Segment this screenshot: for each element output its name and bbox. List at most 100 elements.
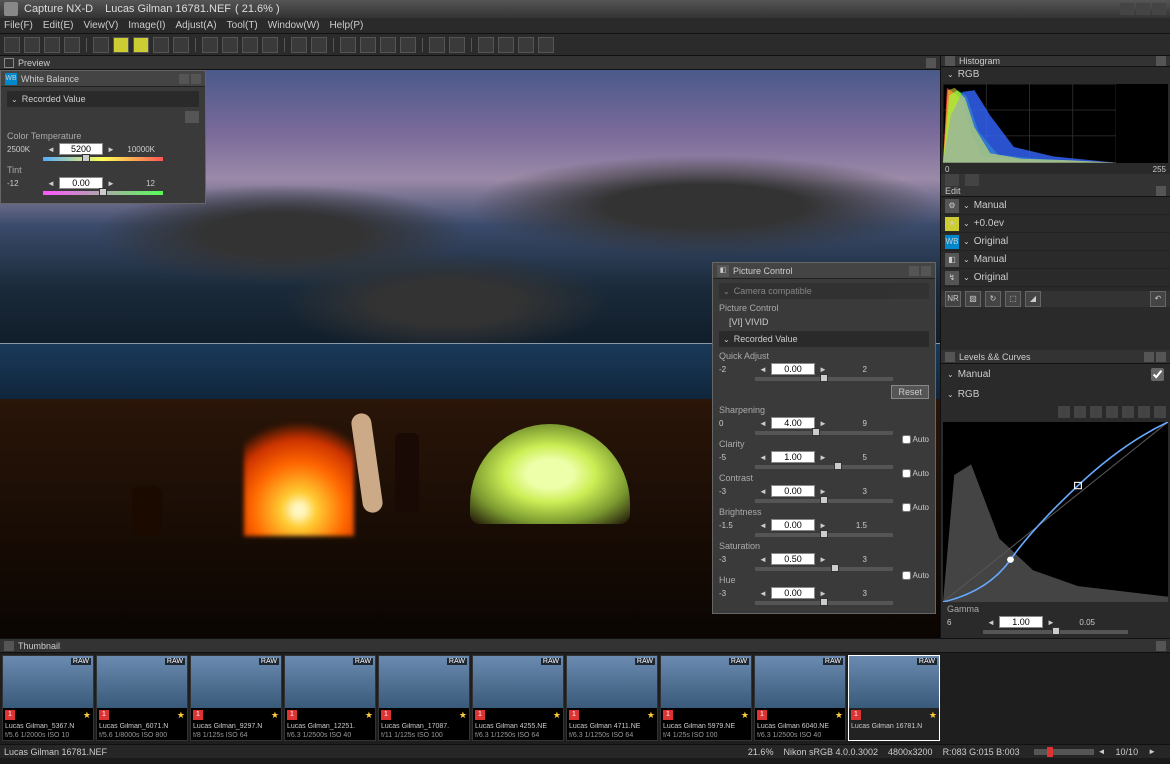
- pc-recorded-dropdown[interactable]: ⌄Recorded Value: [719, 331, 929, 347]
- sort-icon[interactable]: [538, 37, 554, 53]
- gamma-slider[interactable]: Gamma 6◄1.00►0.05: [941, 604, 1170, 634]
- thumbnail-item[interactable]: RAW1★Lucas Gilman_17087.f/11 1/125s ISO …: [378, 655, 470, 741]
- clarity-auto[interactable]: Auto: [902, 469, 929, 478]
- menu-window[interactable]: Window(W): [268, 20, 320, 31]
- tint-value[interactable]: 0.00: [59, 177, 103, 189]
- clarity-slider[interactable]: Clarity -5◄1.00►5 Auto: [719, 439, 929, 469]
- hist-channel-dropdown[interactable]: ⌄RGB: [943, 69, 1168, 80]
- layout-2-icon[interactable]: [113, 37, 129, 53]
- close-button[interactable]: [1152, 3, 1166, 15]
- curves-reset-icon[interactable]: [1138, 406, 1150, 418]
- zoom-slider[interactable]: [1034, 749, 1094, 755]
- tab-meta-icon[interactable]: [965, 174, 979, 186]
- edit-row[interactable]: ⚙⌄Manual: [941, 197, 1170, 215]
- dropper-gray-icon[interactable]: [1090, 406, 1102, 418]
- curves-target-icon[interactable]: [1122, 406, 1134, 418]
- menu-adjust[interactable]: Adjust(A): [176, 20, 217, 31]
- contrast-slider[interactable]: Contrast -3◄0.00►3 Auto: [719, 473, 929, 503]
- undo-icon[interactable]: ↶: [1150, 291, 1166, 307]
- straighten-icon[interactable]: [360, 37, 376, 53]
- tool-hand-icon[interactable]: [222, 37, 238, 53]
- convert-icon[interactable]: [429, 37, 445, 53]
- zoom-right-icon[interactable]: ►: [1148, 747, 1156, 756]
- ct-value[interactable]: 5200: [59, 143, 103, 155]
- edit-row[interactable]: ☀⌄+0.0ev: [941, 215, 1170, 233]
- back-icon[interactable]: [24, 37, 40, 53]
- thumbnail-item[interactable]: RAW1★Lucas Gilman_12251.f/6.3 1/2500s IS…: [284, 655, 376, 741]
- screen-icon[interactable]: [449, 37, 465, 53]
- menu-file[interactable]: File(F): [4, 20, 33, 31]
- tool-d-icon[interactable]: ◢: [1025, 291, 1041, 307]
- pc-compat-dropdown[interactable]: ⌄Camera compatible: [719, 283, 929, 299]
- folder-icon[interactable]: [64, 37, 80, 53]
- wb-close-icon[interactable]: [191, 74, 201, 84]
- print-icon[interactable]: [4, 37, 20, 53]
- layout-3-icon[interactable]: [133, 37, 149, 53]
- curves-channel-dropdown[interactable]: ⌄RGB: [943, 386, 1168, 402]
- menu-image[interactable]: Image(I): [128, 20, 165, 31]
- gray-point-icon[interactable]: [380, 37, 396, 53]
- menu-help[interactable]: Help(P): [329, 20, 363, 31]
- menu-tool[interactable]: Tool(T): [227, 20, 258, 31]
- curves-mode-dropdown[interactable]: ⌄Manual: [943, 366, 1168, 382]
- label-icon[interactable]: [498, 37, 514, 53]
- edit-row[interactable]: WB⌄Original: [941, 233, 1170, 251]
- curves-auto-icon[interactable]: [1154, 406, 1166, 418]
- white-point-icon[interactable]: [400, 37, 416, 53]
- fullscreen-icon[interactable]: [173, 37, 189, 53]
- curves-enable-checkbox[interactable]: [1151, 368, 1164, 381]
- zoom-left-icon[interactable]: ◄: [1098, 747, 1106, 756]
- tool-zoom-icon[interactable]: [202, 37, 218, 53]
- tool-a-icon[interactable]: ▨: [965, 291, 981, 307]
- hue-slider[interactable]: Hue -3◄0.00►3: [719, 575, 929, 605]
- dropper-white-icon[interactable]: [1106, 406, 1118, 418]
- menu-edit[interactable]: Edit(E): [43, 20, 74, 31]
- star-icon[interactable]: [478, 37, 494, 53]
- contrast-auto[interactable]: Auto: [902, 503, 929, 512]
- layout-1-icon[interactable]: [93, 37, 109, 53]
- curves-canvas[interactable]: [943, 422, 1168, 602]
- layout-4-icon[interactable]: [153, 37, 169, 53]
- curves-contrast-icon[interactable]: [1058, 406, 1070, 418]
- wb-pin-icon[interactable]: [179, 74, 189, 84]
- thumbnail-item[interactable]: RAW1★Lucas Gilman 4711.NEf/6.3 1/1250s I…: [566, 655, 658, 741]
- arrow-right-icon[interactable]: ►: [107, 145, 115, 154]
- arrow-left-icon[interactable]: ◄: [47, 179, 55, 188]
- curves-pin-icon[interactable]: [1144, 352, 1154, 362]
- saturation-slider[interactable]: Saturation -3◄0.50►3 Auto: [719, 541, 929, 571]
- tint-slider[interactable]: Tint -12 ◄ 0.00 ► 12: [7, 165, 199, 195]
- hist-collapse-icon[interactable]: [1156, 56, 1166, 66]
- thumbnail-item[interactable]: RAW1★Lucas Gilman 16781.N: [848, 655, 940, 741]
- nr-icon[interactable]: NR: [945, 291, 961, 307]
- pc-close-icon[interactable]: [921, 266, 931, 276]
- quick-adjust-slider[interactable]: Quick Adjust -2◄0.00►2: [719, 351, 929, 381]
- eyedropper-icon[interactable]: [185, 111, 199, 123]
- menu-view[interactable]: View(V): [83, 20, 118, 31]
- maximize-button[interactable]: [1136, 3, 1150, 15]
- thumbnail-item[interactable]: RAW1★Lucas Gilman_5367.Nf/5.6 1/2000s IS…: [2, 655, 94, 741]
- forward-icon[interactable]: [44, 37, 60, 53]
- tool-c-icon[interactable]: ⬚: [1005, 291, 1021, 307]
- edit-row[interactable]: ↯⌄Original: [941, 269, 1170, 287]
- color-temp-slider[interactable]: Color Temperature 2500K ◄ 5200 ► 10000K: [7, 131, 199, 161]
- rotate-cw-icon[interactable]: [311, 37, 327, 53]
- minimize-button[interactable]: [1120, 3, 1134, 15]
- edit-row[interactable]: ◧⌄Manual: [941, 251, 1170, 269]
- sharpening-auto[interactable]: Auto: [902, 435, 929, 444]
- wb-mode-dropdown[interactable]: ⌄ Recorded Value: [7, 91, 199, 107]
- thumbnail-item[interactable]: RAW1★Lucas Gilman_9297.Nf/8 1/125s ISO 6…: [190, 655, 282, 741]
- thumbnail-item[interactable]: RAW1★Lucas Gilman 4255.NEf/6.3 1/1250s I…: [472, 655, 564, 741]
- thumb-collapse-icon[interactable]: [1156, 641, 1166, 651]
- dropper-black-icon[interactable]: [1074, 406, 1086, 418]
- rotate-ccw-icon[interactable]: [291, 37, 307, 53]
- thumbnail-item[interactable]: RAW1★Lucas Gilman 6040.NEf/6.3 1/2500s I…: [754, 655, 846, 741]
- saturation-auto[interactable]: Auto: [902, 571, 929, 580]
- tool-fit-icon[interactable]: [242, 37, 258, 53]
- crop-icon[interactable]: [340, 37, 356, 53]
- sharpening-slider[interactable]: Sharpening 0◄4.00►9 Auto: [719, 405, 929, 435]
- arrow-right-icon[interactable]: ►: [107, 179, 115, 188]
- tab-adjust-icon[interactable]: [945, 174, 959, 186]
- arrow-left-icon[interactable]: ◄: [47, 145, 55, 154]
- pc-pin-icon[interactable]: [909, 266, 919, 276]
- reset-button[interactable]: Reset: [891, 385, 929, 399]
